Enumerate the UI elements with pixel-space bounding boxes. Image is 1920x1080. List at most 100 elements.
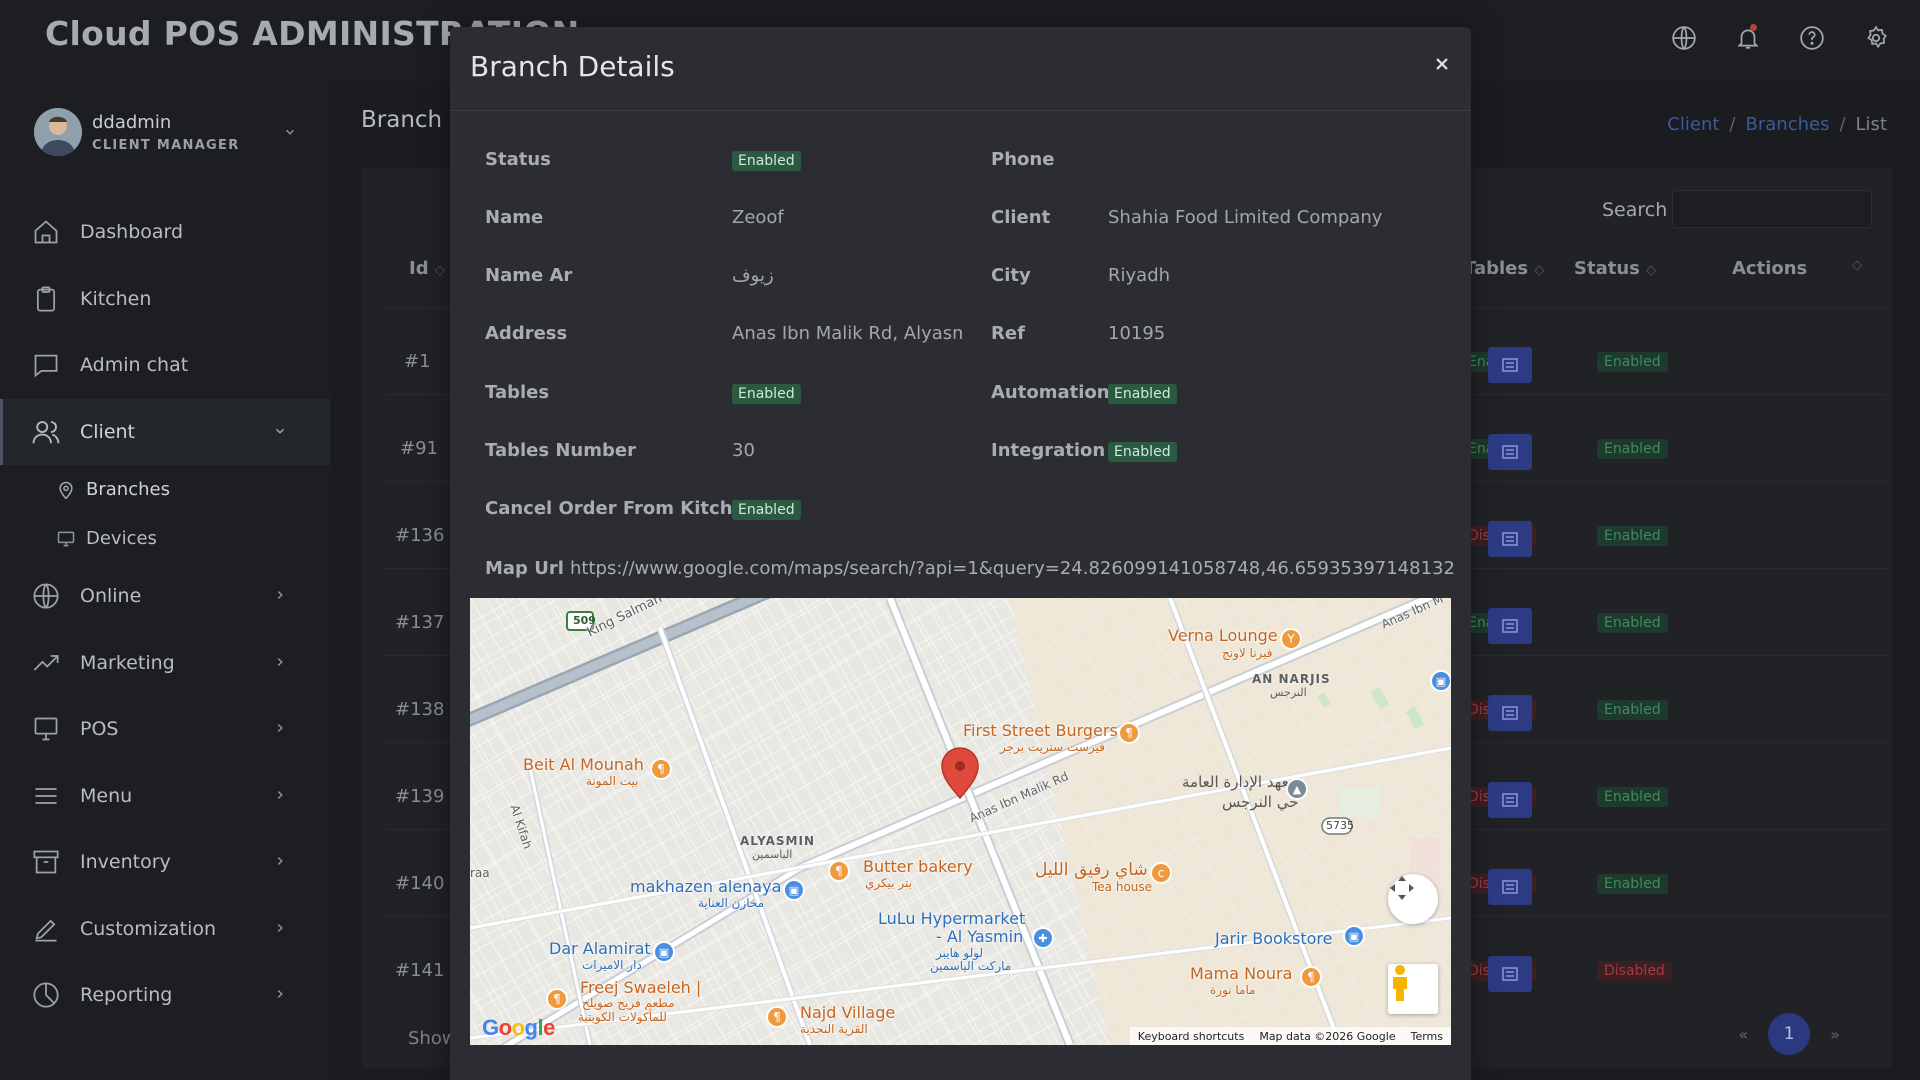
poi-label[interactable]: Dar Alamirat [549,939,651,958]
view-button[interactable] [1488,434,1532,470]
status-badge: Enabled [1597,526,1668,546]
bell-icon[interactable] [1730,20,1766,56]
view-button[interactable] [1488,782,1532,818]
cafe-icon[interactable]: c [1150,862,1172,884]
poi-label[interactable]: First Street Burgers [963,721,1118,740]
pagination-page[interactable]: 1 [1768,1013,1811,1055]
poi-label[interactable]: Beit Al Mounah [523,755,644,774]
user-profile[interactable]: ddadmin CLIENT MANAGER [34,108,304,164]
client-submenu: Branches Devices [0,465,330,563]
column-header-id[interactable]: Id ◇ [409,258,445,279]
sidebar-item-menu[interactable]: Menu [0,763,330,830]
restaurant-icon[interactable]: ¶ [650,758,672,780]
status-badge: Enabled [1597,700,1668,720]
poi-label[interactable]: شاي رفيق الليل [1035,860,1148,880]
chevron-right-icon [270,785,290,805]
sidebar-item-reporting[interactable]: Reporting [0,962,330,1029]
help-icon[interactable] [1794,20,1830,56]
shopping-icon[interactable]: ▣ [1430,670,1451,692]
sidebar-item-pos[interactable]: POS [0,696,330,763]
breadcrumb-client[interactable]: Client [1667,114,1719,135]
header-actions [1666,20,1894,56]
close-button[interactable] [1427,49,1457,79]
chevron-right-icon [270,851,290,871]
poi-label[interactable]: Freej Swaeleh | [580,978,701,997]
school-icon[interactable]: ▲ [1286,778,1308,800]
pagination-next[interactable]: » [1830,1025,1840,1044]
client-label: Client [991,207,1051,228]
sidebar-item-label: Online [80,585,142,608]
sidebar-item-kitchen[interactable]: Kitchen [0,266,330,333]
view-button[interactable] [1488,521,1532,557]
sidebar-item-admin-chat[interactable]: Admin chat [0,332,330,399]
status-badge: Enabled [1597,874,1668,894]
column-header-tables[interactable]: Tables ◇ [1464,258,1544,279]
sidebar-item-branches[interactable]: Branches [56,465,330,514]
status-label: Status [485,149,551,170]
sidebar-item-dashboard[interactable]: Dashboard [0,199,330,266]
cocktail-icon[interactable]: Y [1280,628,1302,650]
details-icon [1502,706,1518,720]
shopping-icon[interactable]: ▣ [783,879,805,901]
sidebar-item-label: Menu [80,784,133,807]
shopping-icon[interactable]: ▣ [653,941,675,963]
view-button[interactable] [1488,956,1532,992]
settings-icon[interactable] [1858,20,1894,56]
search-input[interactable] [1672,190,1872,228]
pagination-prev[interactable]: « [1738,1025,1748,1044]
cart-icon[interactable]: ✚ [1032,927,1054,949]
chevron-down-icon[interactable] [276,118,304,146]
google-map[interactable]: 509 5735 King Salman Bin Abdulaziz Anas … [470,598,1451,1045]
breadcrumb-branches[interactable]: Branches [1746,114,1830,135]
close-icon [1436,58,1448,70]
poi-label[interactable]: Mama Noura [1190,964,1292,983]
chat-icon [30,349,62,381]
sidebar-item-online[interactable]: Online [0,563,330,630]
poi-label-ar: بيت المونة [586,774,639,788]
shopping-icon[interactable]: ▣ [1343,925,1365,947]
chevron-right-icon [270,652,290,672]
poi-label[interactable]: Verna Lounge [1168,626,1278,645]
poi-label: - Al Yasmin [936,927,1024,946]
sidebar-item-inventory[interactable]: Inventory [0,829,330,896]
fullscreen-button[interactable] [1388,874,1438,924]
restaurant-icon[interactable]: ¶ [546,988,568,1010]
ref-label: Ref [991,323,1025,344]
restaurant-icon[interactable]: ¶ [1118,722,1140,744]
view-button[interactable] [1488,608,1532,644]
sidebar-item-client[interactable]: Client [0,398,330,465]
column-header-actions: Actions [1732,258,1807,279]
globe-icon[interactable] [1666,20,1702,56]
details-icon [1502,967,1518,981]
integration-label: Integration [991,440,1106,461]
poi-label[interactable]: LuLu Hypermarket [878,909,1025,928]
sidebar-item-devices[interactable]: Devices [56,514,330,563]
poi-label[interactable]: معهد الإدارة العامة [1182,773,1297,791]
sort-icon: ◇ [434,263,445,278]
row-id: #137 [395,612,445,633]
column-header-status[interactable]: Status ◇ [1574,258,1656,279]
map-url-value[interactable]: https://www.google.com/maps/search/?api=… [570,558,1455,579]
restaurant-icon[interactable]: ¶ [766,1006,788,1028]
keyboard-shortcuts-link[interactable]: Keyboard shortcuts [1138,1030,1245,1043]
page-title: Branch [361,107,443,133]
poi-label[interactable]: Najd Village [800,1003,895,1022]
sidebar-item-marketing[interactable]: Marketing [0,630,330,697]
view-button[interactable] [1488,695,1532,731]
details-icon [1502,880,1518,894]
view-button[interactable] [1488,869,1532,905]
terms-link[interactable]: Terms [1411,1030,1443,1043]
street-view-button[interactable] [1388,964,1438,1014]
poi-label[interactable]: Jarir Bookstore [1215,929,1333,948]
poi-label[interactable]: makhazen alenaya [630,877,781,896]
search-label: Search [1602,199,1668,221]
user-role: CLIENT MANAGER [92,138,240,153]
restaurant-icon[interactable]: ¶ [828,860,850,882]
restaurant-icon[interactable]: ¶ [1300,966,1322,988]
view-button[interactable] [1488,347,1532,383]
row-id: #141 [395,960,445,981]
sidebar-item-customization[interactable]: Customization [0,896,330,963]
poi-label[interactable]: Butter bakery [863,857,973,876]
globe-icon [30,580,62,612]
poi-label-ar: Tea house [1092,880,1153,894]
